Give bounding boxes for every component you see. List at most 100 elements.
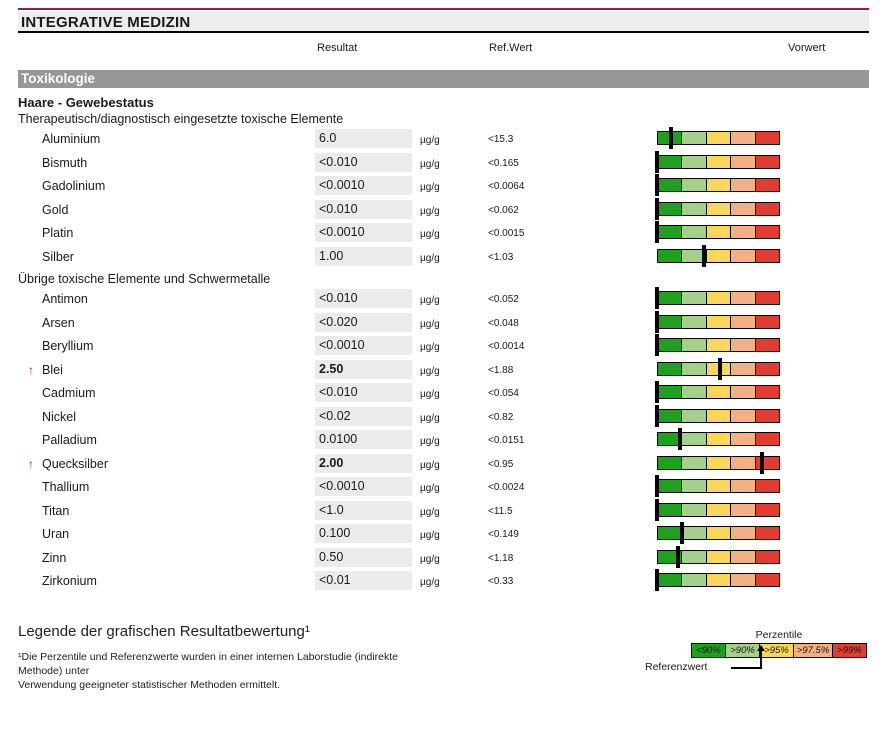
table-row: Thallium <0.0010 µg/g <0.0024	[18, 477, 869, 501]
unit-label: µg/g	[420, 554, 440, 565]
element-name: Arsen	[42, 316, 75, 330]
element-name: Cadmium	[42, 386, 96, 400]
table-row: ↑ Blei 2.50 µg/g <1.88	[18, 360, 869, 384]
unit-label: µg/g	[420, 182, 440, 193]
unit-label: µg/g	[420, 295, 440, 306]
reference-value: <0.95	[488, 459, 513, 470]
table-row: Beryllium <0.0010 µg/g <0.0014	[18, 336, 869, 360]
element-name: Bismuth	[42, 156, 87, 170]
elevated-arrow-icon: ↑	[28, 457, 34, 471]
reference-value: <0.149	[488, 529, 519, 540]
result-value: <0.0010	[315, 176, 412, 195]
result-marker	[655, 151, 659, 173]
legend-segment-gt97: >97.5%	[793, 643, 833, 658]
result-marker	[655, 405, 659, 427]
unit-label: µg/g	[420, 319, 440, 330]
unit-label: µg/g	[420, 507, 440, 518]
unit-label: µg/g	[420, 135, 440, 146]
reference-value: <0.054	[488, 388, 519, 399]
result-marker	[655, 381, 659, 403]
result-value: <0.02	[315, 407, 412, 426]
callout-hline	[731, 667, 762, 669]
lab-report-page: INTEGRATIVE MEDIZIN Resultat Ref.Wert Vo…	[0, 8, 887, 713]
unit-label: µg/g	[420, 460, 440, 471]
group-label-uebrige: Übrige toxische Elemente und Schwermetal…	[18, 272, 869, 289]
referenzwert-label: Referenzwert	[645, 661, 707, 673]
table-row: Bismuth <0.010 µg/g <0.165	[18, 153, 869, 177]
percentile-bar	[657, 362, 780, 376]
element-name: Blei	[42, 363, 63, 377]
reference-value: <0.0015	[488, 228, 524, 239]
result-value: <0.020	[315, 313, 412, 332]
unit-label: µg/g	[420, 342, 440, 353]
percentile-label: Perzentile	[691, 629, 867, 641]
report-header-band: INTEGRATIVE MEDIZIN	[18, 12, 869, 33]
group-label-therapeutisch: Therapeutisch/diagnostisch eingesetzte t…	[18, 112, 869, 129]
percentile-bar	[657, 178, 780, 192]
percentile-bar	[657, 131, 780, 145]
table-row: Platin <0.0010 µg/g <0.0015	[18, 223, 869, 247]
table-row: Gold <0.010 µg/g <0.062	[18, 200, 869, 224]
table-row: Aluminium 6.0 µg/g <15.3	[18, 129, 869, 153]
reference-value: <0.0014	[488, 341, 524, 352]
element-name: Quecksilber	[42, 457, 108, 471]
result-marker	[655, 569, 659, 591]
element-name: Nickel	[42, 410, 76, 424]
column-header-resultat: Resultat	[317, 42, 357, 54]
result-value: 0.50	[315, 548, 412, 567]
percentile-bar	[657, 409, 780, 423]
unit-label: µg/g	[420, 577, 440, 588]
element-name: Thallium	[42, 480, 89, 494]
unit-label: µg/g	[420, 530, 440, 541]
element-name: Beryllium	[42, 339, 93, 353]
table-row: Zirkonium <0.01 µg/g <0.33	[18, 571, 869, 595]
table-row: Arsen <0.020 µg/g <0.048	[18, 313, 869, 337]
percentile-bar	[657, 456, 780, 470]
percentile-bar	[657, 573, 780, 587]
element-name: Gold	[42, 203, 68, 217]
percentile-bar	[657, 155, 780, 169]
percentile-bar	[657, 315, 780, 329]
legend-segment-gt99: >99%	[832, 643, 867, 658]
result-value: 2.50	[315, 360, 412, 379]
result-value: 6.0	[315, 129, 412, 148]
reference-value: <15.3	[488, 134, 513, 145]
result-value: <1.0	[315, 501, 412, 520]
result-marker	[655, 334, 659, 356]
result-marker	[676, 546, 680, 568]
referenzwert-callout: Referenzwert	[645, 658, 869, 674]
reference-value: <0.0151	[488, 435, 524, 446]
result-marker	[678, 428, 682, 450]
percentile-bar	[657, 526, 780, 540]
result-value: 0.100	[315, 524, 412, 543]
result-marker	[655, 221, 659, 243]
column-header-refwert: Ref.Wert	[489, 42, 532, 54]
result-value: <0.0010	[315, 477, 412, 496]
result-value: <0.01	[315, 571, 412, 590]
table-row: Silber 1.00 µg/g <1.03	[18, 247, 869, 271]
element-name: Palladium	[42, 433, 97, 447]
element-name: Zinn	[42, 551, 66, 565]
percentile-bar	[657, 202, 780, 216]
element-name: Titan	[42, 504, 69, 518]
percentile-bar	[657, 385, 780, 399]
result-value: <0.0010	[315, 336, 412, 355]
table-row: Titan <1.0 µg/g <11.5	[18, 501, 869, 525]
table-row: Zinn 0.50 µg/g <1.18	[18, 548, 869, 572]
result-marker	[655, 287, 659, 309]
percentile-bar	[657, 550, 780, 564]
column-header-vorwert: Vorwert	[788, 42, 825, 54]
page-title: INTEGRATIVE MEDIZIN	[21, 14, 190, 31]
element-name: Platin	[42, 226, 73, 240]
unit-label: µg/g	[420, 436, 440, 447]
reference-value: <0.82	[488, 412, 513, 423]
unit-label: µg/g	[420, 159, 440, 170]
percentile-bar	[657, 503, 780, 517]
element-name: Antimon	[42, 292, 88, 306]
result-value: <0.010	[315, 153, 412, 172]
result-marker	[669, 127, 673, 149]
result-value: <0.010	[315, 383, 412, 402]
unit-label: µg/g	[420, 366, 440, 377]
footnote-line-2: Verwendung geeigneter statistischer Meth…	[18, 678, 438, 692]
percentile-bar	[657, 479, 780, 493]
